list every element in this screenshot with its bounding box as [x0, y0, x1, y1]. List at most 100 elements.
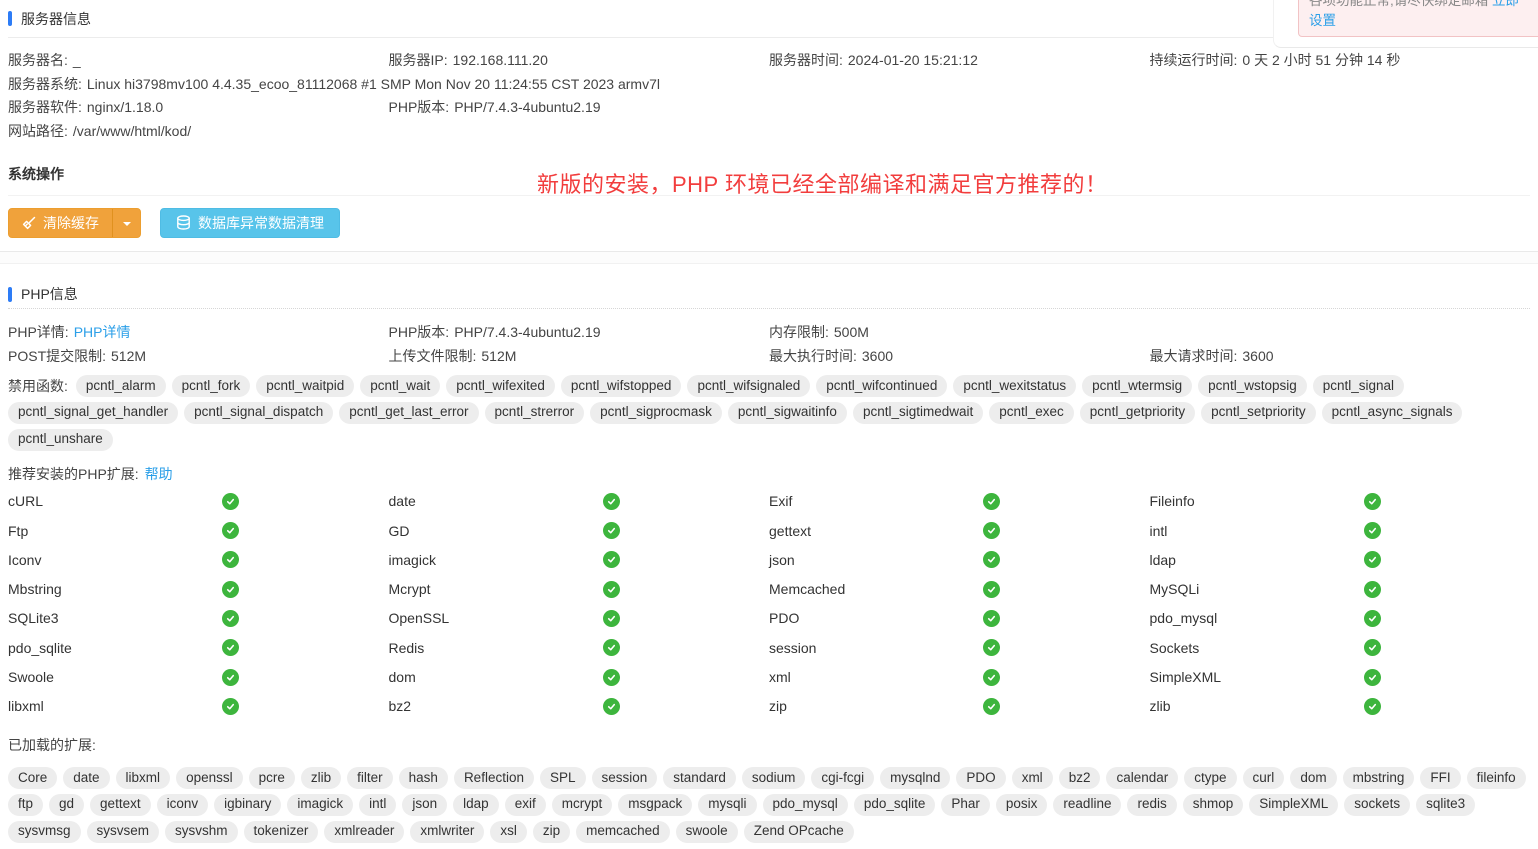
php-info-row: PHP详情:PHP详情 PHP版本:PHP/7.4.3-4ubuntu2.19 … [8, 321, 1530, 345]
db-clean-button[interactable]: 数据库异常数据清理 [160, 208, 340, 238]
function-tag: pcntl_fork [172, 375, 251, 397]
check-ok-icon [222, 581, 239, 598]
function-tag: pcntl_wait [360, 375, 440, 397]
extension-tag: fileinfo [1467, 767, 1526, 789]
php-detail-link[interactable]: PHP详情 [74, 324, 131, 340]
email-setup-link[interactable]: 立即 [1492, 0, 1519, 8]
extension-tag: bz2 [1059, 767, 1101, 789]
help-link[interactable]: 帮助 [145, 466, 173, 482]
extension-tag: sysvmsg [8, 821, 81, 843]
extension-name: gettext [769, 523, 983, 539]
extension-name: intl [1150, 523, 1364, 539]
loaded-extensions-label: 已加载的扩展: [8, 735, 1530, 755]
check-ok-icon [1364, 581, 1381, 598]
extension-cell: SimpleXML [1150, 662, 1531, 691]
extension-tag: Core [8, 767, 57, 789]
extension-cell: date [389, 487, 770, 516]
disabled-functions-row: 禁用函数: pcntl_alarmpcntl_forkpcntl_waitpid… [8, 375, 1530, 451]
function-tag: pcntl_signal_dispatch [184, 402, 333, 424]
check-ok-icon [603, 551, 620, 568]
extension-tag: gettext [90, 794, 151, 816]
extension-name: Swoole [8, 669, 222, 685]
extension-tag: openssl [176, 767, 243, 789]
extension-cell: cURL [8, 487, 389, 516]
extension-tag: sqlite3 [1416, 794, 1475, 816]
extension-cell: GD [389, 516, 770, 545]
extension-tag: xmlwriter [410, 821, 484, 843]
extension-tag: calendar [1106, 767, 1178, 789]
extension-tag: sysvsem [87, 821, 160, 843]
extension-cell: Iconv [8, 545, 389, 574]
php-info-header: PHP信息 [8, 280, 1530, 309]
check-ok-icon [1364, 610, 1381, 627]
server-software-field: 服务器软件:nginx/1.18.0 [8, 96, 389, 120]
extension-tag: memcached [576, 821, 670, 843]
extension-tag: shmop [1183, 794, 1244, 816]
check-ok-icon [603, 698, 620, 715]
check-ok-icon [222, 522, 239, 539]
extension-cell: Sockets [1150, 633, 1531, 662]
function-tag: pcntl_wexitstatus [953, 375, 1076, 397]
extension-name: cURL [8, 493, 222, 509]
clear-cache-dropdown-toggle[interactable] [112, 209, 140, 237]
caret-down-icon [123, 222, 131, 230]
function-tag: pcntl_signal [1313, 375, 1404, 397]
extension-tag: iconv [157, 794, 209, 816]
check-ok-icon [983, 639, 1000, 656]
function-tag: pcntl_get_last_error [339, 402, 478, 424]
loaded-extensions-list: CoredatelibxmlopensslpcrezlibfilterhashR… [8, 767, 1530, 849]
server-info-row: 服务器名:_ 服务器IP:192.168.111.20 服务器时间:2024-0… [8, 49, 1530, 73]
check-ok-icon [603, 493, 620, 510]
extension-name: SQLite3 [8, 610, 222, 626]
extension-tag: mysqlnd [880, 767, 950, 789]
extension-tag: msgpack [618, 794, 692, 816]
max-request-field: 最大请求时间:3600 [1150, 345, 1531, 369]
extension-name: OpenSSL [389, 610, 603, 626]
extension-tag: FFI [1420, 767, 1460, 789]
extension-name: zlib [1150, 698, 1364, 714]
extension-name: Fileinfo [1150, 493, 1364, 509]
function-tag: pcntl_sigtimedwait [853, 402, 983, 424]
extension-cell: Exif [769, 487, 1150, 516]
extension-tag: ctype [1184, 767, 1236, 789]
function-tag: pcntl_wifcontinued [816, 375, 947, 397]
extension-name: MySQLi [1150, 581, 1364, 597]
upload-limit-value: 512M [481, 348, 516, 364]
server-ip-value: 192.168.111.20 [453, 52, 548, 68]
max-exec-field: 最大执行时间:3600 [769, 345, 1150, 369]
recommended-extensions-label: 推荐安装的PHP扩展: [8, 466, 139, 482]
extension-name: Redis [389, 640, 603, 656]
extension-tag: pdo_sqlite [854, 794, 936, 816]
function-tag: pcntl_async_signals [1322, 402, 1463, 424]
check-ok-icon [603, 610, 620, 627]
extension-cell: intl [1150, 516, 1531, 545]
extension-name: xml [769, 669, 983, 685]
extension-name: bz2 [389, 698, 603, 714]
max-request-value: 3600 [1242, 348, 1273, 364]
email-setup-link-2[interactable]: 设置 [1309, 13, 1336, 28]
php-info-panel: PHP信息 PHP详情:PHP详情 PHP版本:PHP/7.4.3-4ubunt… [0, 280, 1538, 849]
server-ip-field: 服务器IP:192.168.111.20 [389, 49, 770, 73]
extension-tag: cgi-fcgi [811, 767, 874, 789]
check-ok-icon [1364, 698, 1381, 715]
extension-cell: PDO [769, 604, 1150, 633]
function-tag: pcntl_waitpid [256, 375, 354, 397]
extension-tag: sodium [742, 767, 806, 789]
check-ok-icon [983, 581, 1000, 598]
extension-tag: Reflection [454, 767, 534, 789]
post-limit-field: POST提交限制:512M [8, 345, 389, 369]
extension-cell: xml [769, 662, 1150, 691]
extension-cell: Memcached [769, 575, 1150, 604]
php-version-field: PHP版本:PHP/7.4.3-4ubuntu2.19 [389, 96, 770, 120]
check-ok-icon [1364, 493, 1381, 510]
check-ok-icon [983, 669, 1000, 686]
extension-name: zip [769, 698, 983, 714]
extension-tag: libxml [116, 767, 171, 789]
server-name-value: _ [73, 52, 81, 68]
check-ok-icon [1364, 522, 1381, 539]
function-tag: pcntl_wifstopped [561, 375, 682, 397]
extension-name: Ftp [8, 523, 222, 539]
clear-cache-button[interactable]: 清除缓存 [9, 209, 112, 237]
function-tag: pcntl_setpriority [1201, 402, 1316, 424]
extension-name: pdo_sqlite [8, 640, 222, 656]
